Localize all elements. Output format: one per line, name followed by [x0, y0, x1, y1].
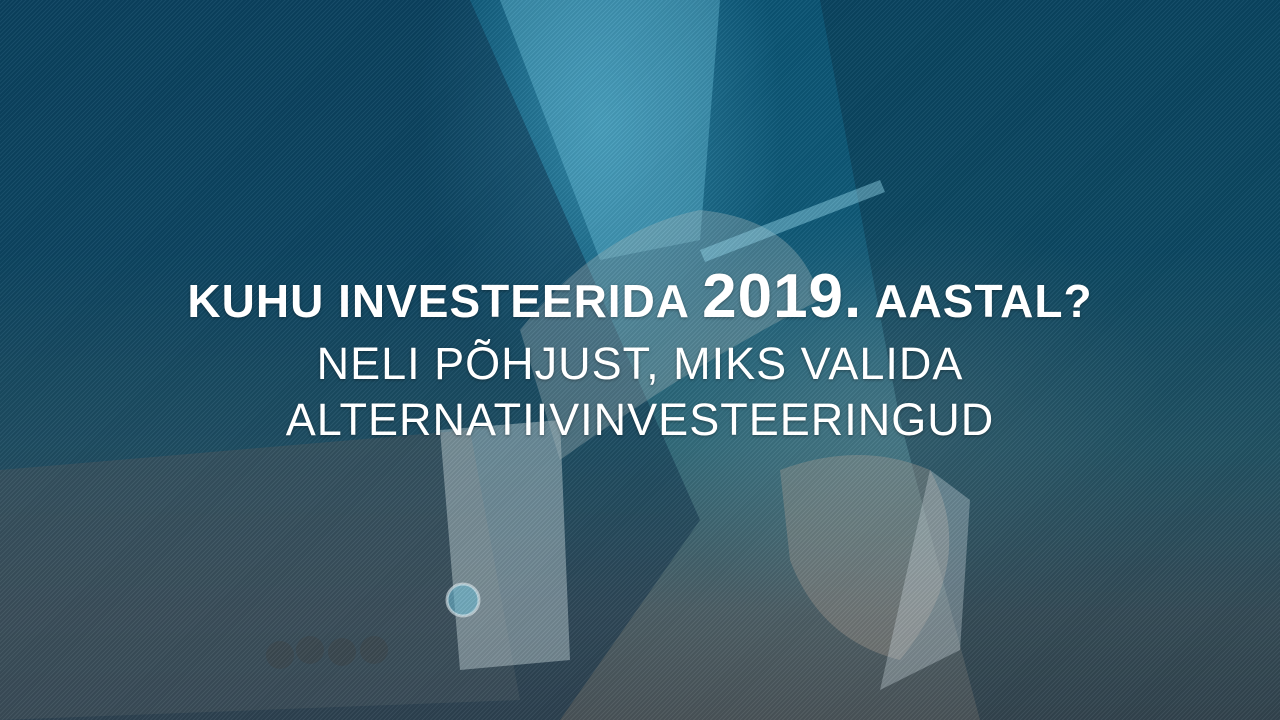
button-shape — [266, 641, 294, 669]
hero-banner: KUHU INVESTEERIDA 2019. AASTAL? NELI PÕH… — [0, 0, 1280, 720]
headline-year: 2019. — [702, 262, 863, 331]
title-block: KUHU INVESTEERIDA 2019. AASTAL? NELI PÕH… — [0, 262, 1280, 448]
button-shape — [360, 636, 388, 664]
cufflink-shape — [445, 582, 481, 618]
button-shape — [328, 638, 356, 666]
subtitle-line-2: ALTERNATIIVINVESTEERINGUD — [285, 394, 995, 445]
subtitle-line-1: NELI PÕHJUST, MIKS VALIDA — [316, 338, 964, 389]
sleeve-shape — [0, 430, 520, 720]
shirt-cuff-shape — [440, 420, 570, 670]
headline: KUHU INVESTEERIDA 2019. AASTAL? — [0, 262, 1280, 336]
button-shape — [296, 636, 324, 664]
headline-part1: KUHU INVESTEERIDA — [187, 275, 689, 327]
headline-part2: AASTAL? — [874, 275, 1093, 327]
